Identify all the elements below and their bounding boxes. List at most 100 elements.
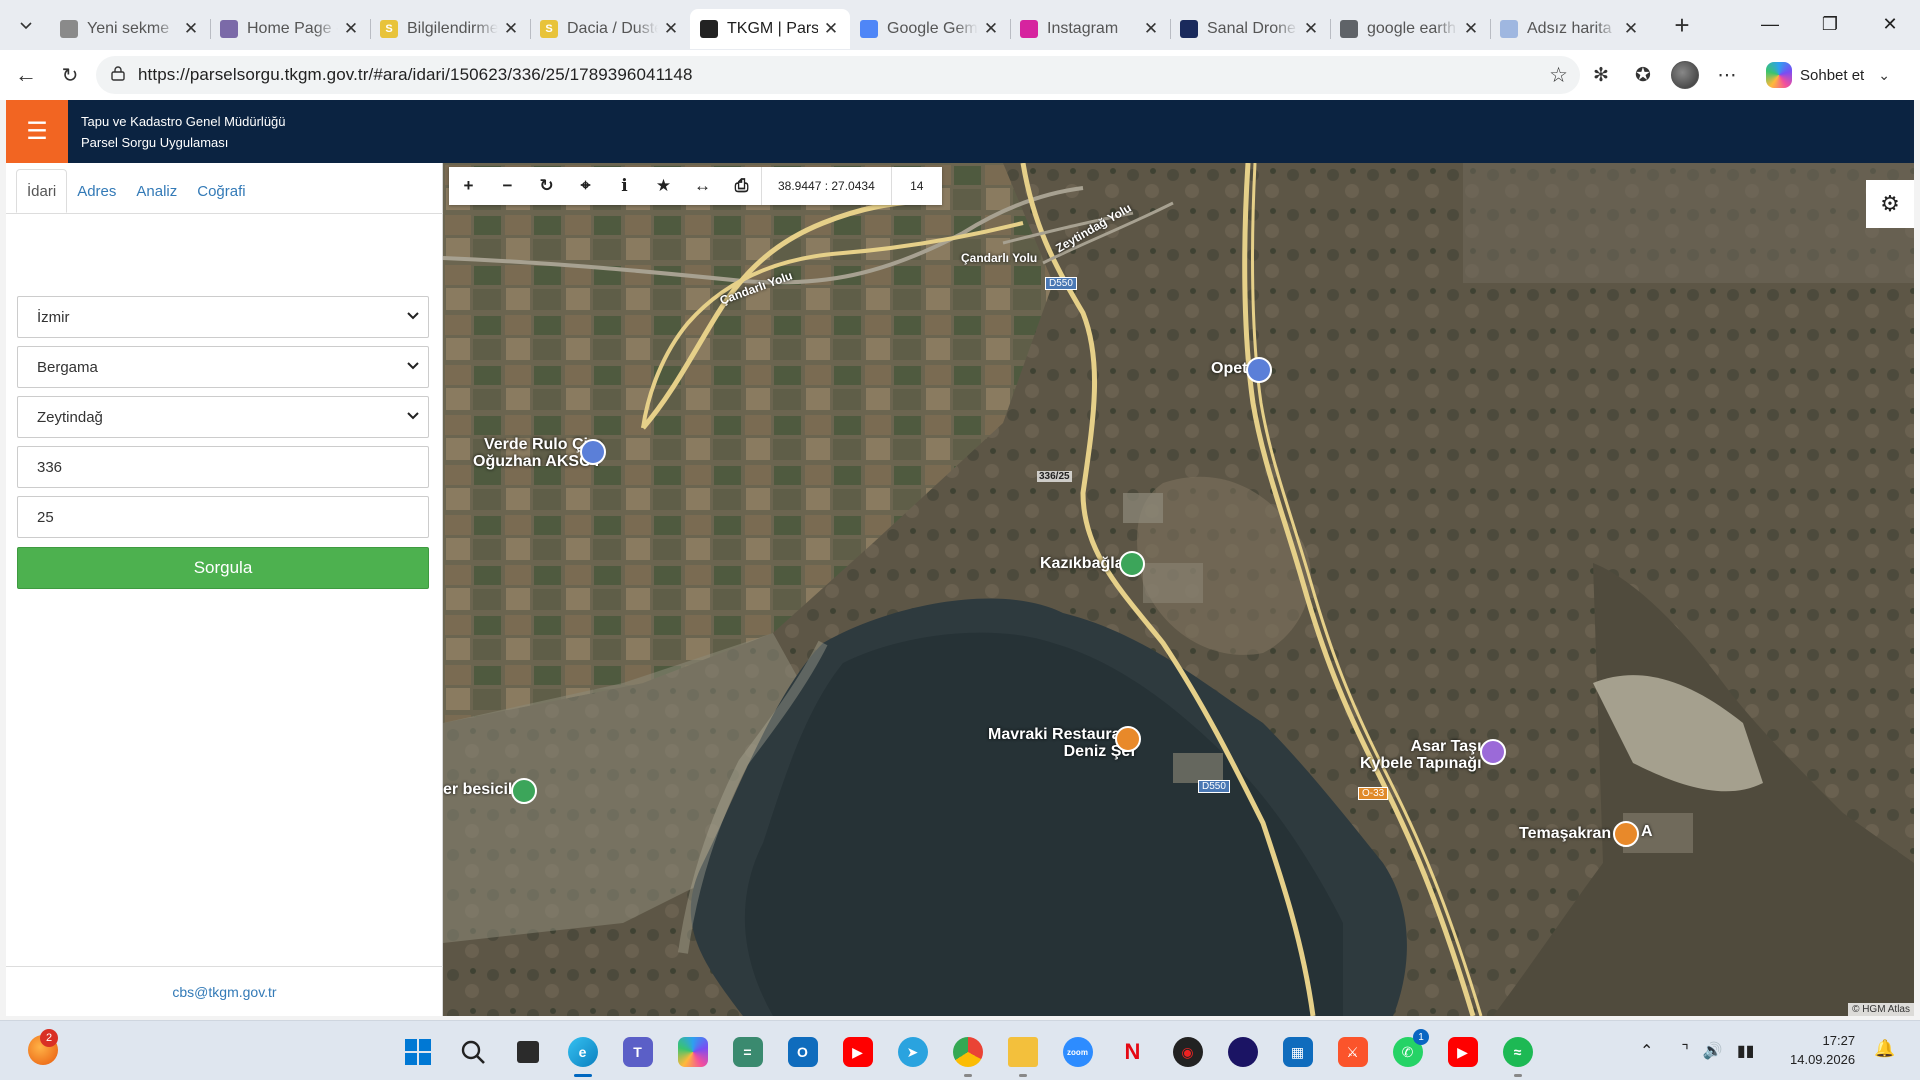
info-icon[interactable]: i	[605, 167, 644, 205]
teams-icon[interactable]: T	[610, 1031, 665, 1073]
youtube-icon[interactable]: ▶	[830, 1031, 885, 1073]
close-tab-icon[interactable]: ✕	[982, 19, 1000, 39]
game-app-icon[interactable]: ◉	[1160, 1031, 1215, 1073]
district-select[interactable]: Bergama	[17, 346, 429, 388]
browser-tab[interactable]: Adsız harita ✕	[1490, 9, 1650, 49]
poi-label: A	[1641, 823, 1653, 840]
zoom-in-icon[interactable]: +	[449, 167, 488, 205]
hamburger-menu-icon[interactable]: ☰	[6, 100, 68, 163]
browser-tab[interactable]: Yeni sekme ✕	[50, 9, 210, 49]
extensions-icon[interactable]: ✻	[1580, 55, 1622, 95]
browser-tab[interactable]: S Dacia / Duste ✕	[530, 9, 690, 49]
search-icon[interactable]	[445, 1031, 500, 1073]
close-tab-icon[interactable]: ✕	[1622, 19, 1640, 39]
copilot-app-icon[interactable]	[665, 1031, 720, 1073]
browser-tab[interactable]: Instagram ✕	[1010, 9, 1170, 49]
proton-vpn-icon[interactable]	[1215, 1031, 1270, 1073]
app-title-line1: Tapu ve Kadastro Genel Müdürlüğü	[81, 114, 286, 129]
neighborhood-select[interactable]: Zeytindağ	[17, 396, 429, 438]
chevron-up-icon[interactable]: ⌃	[1640, 1041, 1653, 1061]
map-imagery[interactable]	[443, 163, 1914, 1016]
fuel-station-icon[interactable]	[1246, 357, 1272, 383]
tab-cografi[interactable]: Coğrafi	[187, 169, 255, 213]
youtube-app-icon[interactable]: ▶	[1435, 1031, 1490, 1073]
battery-icon[interactable]: ▮▮	[1737, 1041, 1755, 1061]
gear-icon[interactable]: ⚙	[1866, 180, 1914, 228]
parcel-label[interactable]: 336/25	[1037, 471, 1072, 482]
browser-tab[interactable]: Google Gemi ✕	[850, 9, 1010, 49]
back-icon[interactable]: ←	[6, 55, 46, 95]
chrome-icon[interactable]	[940, 1031, 995, 1077]
browser-tab[interactable]: TKGM | Parse ✕	[690, 9, 850, 49]
parcel-number-input[interactable]: 25	[17, 496, 429, 538]
reload-icon[interactable]: ↻	[50, 55, 90, 95]
contact-email-link[interactable]: cbs@tkgm.gov.tr	[6, 966, 443, 1016]
query-button[interactable]: Sorgula	[17, 547, 429, 589]
start-icon[interactable]	[390, 1031, 445, 1073]
spotify-icon[interactable]: ≈	[1490, 1031, 1545, 1077]
browser-tab[interactable]: Sanal Drone - ✕	[1170, 9, 1330, 49]
tab-title: Dacia / Duste	[567, 20, 658, 37]
farm-icon[interactable]	[511, 778, 537, 804]
restaurant-icon[interactable]	[1613, 821, 1639, 847]
file-explorer-icon[interactable]	[995, 1031, 1050, 1077]
measure-icon[interactable]: ↔	[683, 167, 722, 205]
tab-analiz[interactable]: Analiz	[126, 169, 187, 213]
wifi-icon[interactable]: ⌝	[1681, 1041, 1689, 1061]
zoom-out-icon[interactable]: −	[488, 167, 527, 205]
close-tab-icon[interactable]: ✕	[1462, 19, 1480, 39]
tab-list: Yeni sekme ✕ Home Page - ✕ S Bilgilendirme ✕ S D…	[50, 0, 1650, 50]
microsoft-store-icon[interactable]: ▦	[1270, 1031, 1325, 1073]
favorite-star-icon[interactable]: ☆	[1549, 63, 1568, 88]
telegram-icon[interactable]: ➤	[885, 1031, 940, 1073]
whatsapp-icon[interactable]: ✆ 1	[1380, 1029, 1435, 1073]
browser-tab[interactable]: google earth ✕	[1330, 9, 1490, 49]
shop-icon[interactable]	[580, 439, 606, 465]
close-tab-icon[interactable]: ✕	[182, 19, 200, 39]
close-tab-icon[interactable]: ✕	[342, 19, 360, 39]
close-tab-icon[interactable]: ✕	[502, 19, 520, 39]
block-number-input[interactable]: 336	[17, 446, 429, 488]
locate-icon[interactable]: ⌖	[566, 167, 605, 205]
close-tab-icon[interactable]: ✕	[1142, 19, 1160, 39]
profile-avatar[interactable]	[1664, 55, 1706, 95]
minimize-icon[interactable]: —	[1740, 0, 1800, 48]
browser-tab[interactable]: S Bilgilendirme ✕	[370, 9, 530, 49]
park-icon[interactable]	[1119, 551, 1145, 577]
tab-actions-chevron-icon[interactable]	[8, 7, 44, 43]
favorites-icon[interactable]: ✪	[1622, 55, 1664, 95]
close-tab-icon[interactable]: ✕	[1302, 19, 1320, 39]
s-letter-icon: S	[540, 20, 558, 38]
site-info-icon[interactable]	[110, 65, 126, 86]
more-menu-icon[interactable]: ⋯	[1706, 55, 1748, 95]
task-view-icon[interactable]	[500, 1031, 555, 1073]
tab-idari[interactable]: İdari	[16, 169, 68, 213]
tab-adres[interactable]: Adres	[67, 169, 126, 213]
brave-icon[interactable]: ⚔	[1325, 1031, 1380, 1073]
netflix-icon[interactable]: N	[1105, 1031, 1160, 1073]
notification-bell-icon[interactable]: 🔔	[1874, 1039, 1895, 1059]
close-tab-icon[interactable]: ✕	[662, 19, 680, 39]
print-icon[interactable]: ⎙	[722, 167, 761, 205]
browser-tab[interactable]: Home Page - ✕	[210, 9, 370, 49]
province-select[interactable]: İzmir	[17, 296, 429, 338]
chevron-down-icon[interactable]: ⌄	[1878, 67, 1890, 84]
restaurant-icon[interactable]	[1115, 726, 1141, 752]
close-tab-icon[interactable]: ✕	[822, 19, 840, 39]
landmark-icon[interactable]	[1480, 739, 1506, 765]
satellite-map[interactable]: Çandarlı Yolu Çandarlı Yolu Zeytindağ Yo…	[443, 163, 1914, 1016]
edge-browser-icon[interactable]: e	[555, 1031, 610, 1077]
refresh-icon[interactable]: ↻	[527, 167, 566, 205]
close-window-icon[interactable]: ✕	[1860, 0, 1920, 48]
new-tab-button[interactable]: +	[1664, 7, 1700, 43]
outlook-icon[interactable]: O	[775, 1031, 830, 1073]
address-bar[interactable]: https://parselsorgu.tkgm.gov.tr/#ara/ida…	[96, 56, 1580, 94]
zoom-icon[interactable]: zoom	[1050, 1031, 1105, 1073]
calculator-icon[interactable]: =	[720, 1031, 775, 1073]
copilot-button[interactable]: Sohbet et ⌄	[1756, 58, 1900, 92]
favorite-star-icon[interactable]: ★	[644, 167, 683, 205]
volume-icon[interactable]: 🔊	[1703, 1041, 1723, 1061]
system-clock[interactable]: 17:27 14.09.2026	[1790, 1031, 1855, 1069]
url-text[interactable]: https://parselsorgu.tkgm.gov.tr/#ara/ida…	[138, 65, 693, 85]
restore-icon[interactable]: ❐	[1800, 0, 1860, 48]
